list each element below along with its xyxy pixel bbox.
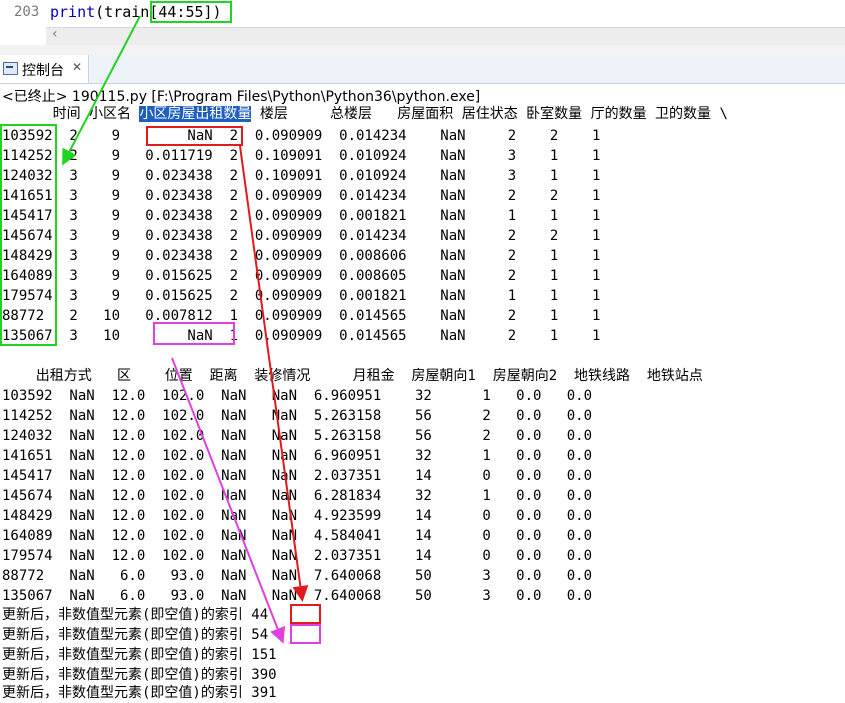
arrow-green [62,15,141,166]
arrow-red [239,145,309,602]
annotation-arrows [62,15,309,644]
arrow-magenta [171,357,286,644]
